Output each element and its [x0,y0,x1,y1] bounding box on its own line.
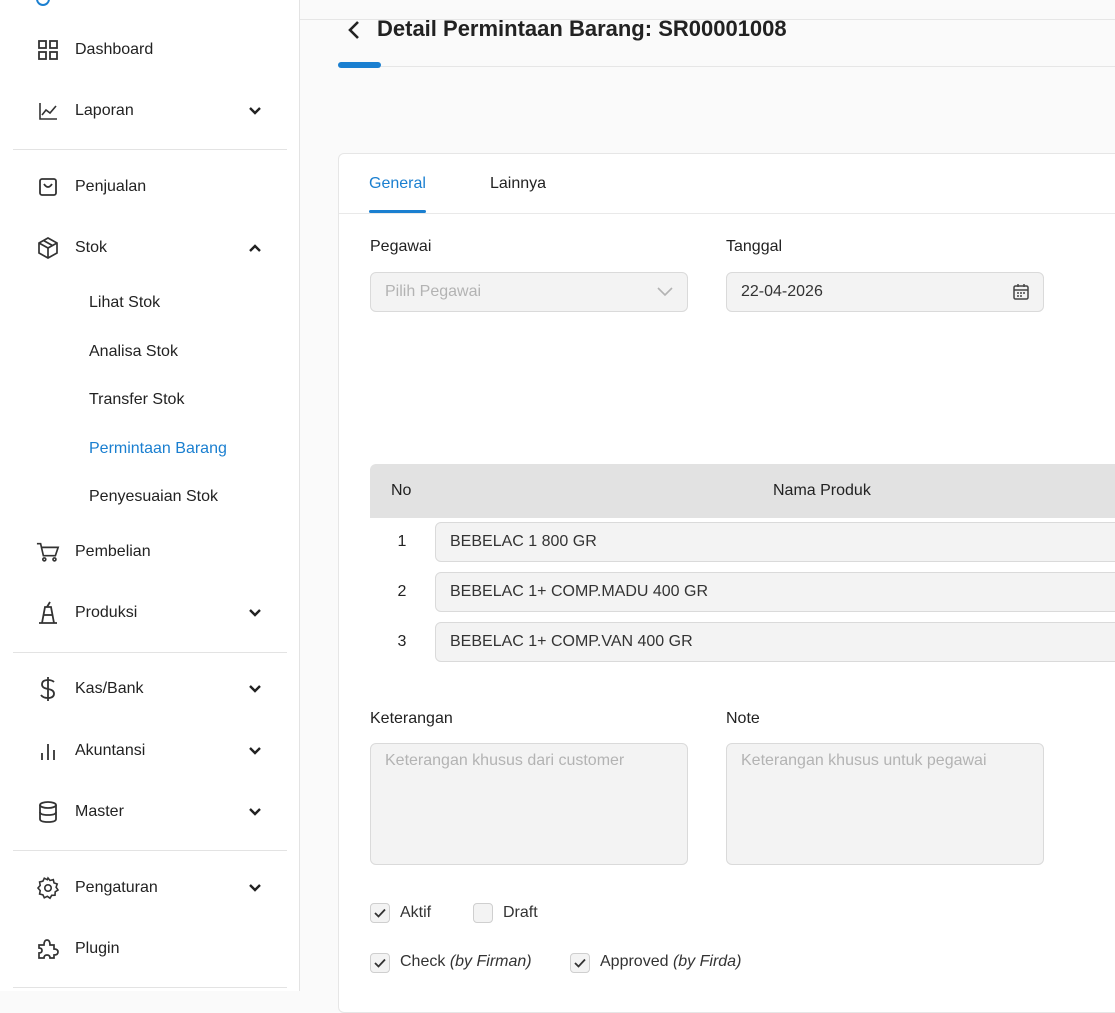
chevron-down-icon [245,679,265,699]
chevron-down-icon [245,878,265,898]
check-checkbox[interactable] [370,953,390,973]
sidebar-item-label: Plugin [75,940,120,957]
tabs-divider [339,213,1115,214]
aktif-checkbox[interactable] [370,903,390,923]
puzzle-icon [36,937,60,961]
line-chart-icon [36,99,60,123]
factory-icon [36,601,60,625]
check-icon [374,958,386,968]
chevron-down-icon [245,802,265,822]
check-label: Check (by Firman) [400,951,532,973]
shopping-bag-icon [36,175,60,199]
sidebar-subitem-lihat-stok[interactable]: Lihat Stok [89,291,160,315]
sidebar-item-label: Dashboard [75,41,154,58]
check-icon [574,958,586,968]
product-cell[interactable]: BEBELAC 1 800 GR [435,522,1115,562]
sidebar-item-label: Laporan [75,102,134,119]
check-by-text: (by Firman) [449,953,532,970]
sidebar-item-stok[interactable]: Stok [0,226,299,270]
sidebar-item-label: Master [75,803,124,820]
bar-chart-icon [36,739,60,763]
sidebar-subitem-transfer-stok[interactable]: Transfer Stok [89,388,184,412]
table-header: No Nama Produk [370,464,1115,518]
aktif-label: Aktif [400,904,432,921]
note-textarea[interactable]: Keterangan khusus untuk pegawai [726,743,1044,865]
sidebar-subitem-permintaan-barang[interactable]: Permintaan Barang [89,437,227,461]
sidebar-item-produksi[interactable]: Produksi [0,591,299,635]
sidebar-divider [13,652,287,653]
active-tab-indicator [369,210,426,213]
column-header-no: No [391,482,412,499]
approved-checkbox[interactable] [570,953,590,973]
gear-icon [36,876,60,900]
sidebar-item-plugin[interactable]: Plugin [0,927,299,971]
keterangan-textarea[interactable]: Keterangan khusus dari customer [370,743,688,865]
approved-label: Approved (by Firda) [600,951,741,973]
tab-general[interactable]: General [369,172,426,196]
row-number: 1 [397,533,407,550]
chevron-down-icon [655,282,675,302]
tanggal-value: 22-04-2026 [741,283,823,300]
header-divider [338,66,1115,67]
draft-label: Draft [503,904,538,921]
calendar-icon[interactable] [1011,282,1031,302]
pegawai-select[interactable]: Pilih Pegawai [370,272,688,312]
chevron-down-icon [245,101,265,121]
sidebar-item-label: Pengaturan [75,879,158,896]
chevron-left-icon [348,21,359,39]
chevron-down-icon [245,603,265,623]
box-icon [36,236,60,260]
grid-icon [36,38,60,62]
sidebar-item-label: Produksi [75,604,138,621]
sidebar-divider [13,987,287,988]
sidebar-item-master[interactable]: Master [0,790,299,834]
sidebar-item-dashboard[interactable]: Dashboard [0,28,299,72]
chevron-up-icon [245,238,265,258]
cart-icon [36,540,60,564]
draft-checkbox[interactable] [473,903,493,923]
sidebar-divider [13,149,287,150]
product-cell[interactable]: BEBELAC 1+ COMP.MADU 400 GR [435,572,1115,612]
keterangan-label: Keterangan [370,710,453,727]
pegawai-placeholder: Pilih Pegawai [385,283,482,300]
sidebar-item-label: Akuntansi [75,742,146,759]
sidebar-item-kas-bank[interactable]: Kas/Bank [0,667,299,711]
sidebar-item-penjualan[interactable]: Penjualan [0,165,299,209]
tab-lainnya[interactable]: Lainnya [490,172,546,196]
product-cell[interactable]: BEBELAC 1+ COMP.VAN 400 GR [435,622,1115,662]
sidebar-item-pembelian[interactable]: Pembelian [0,530,299,574]
sidebar-item-akuntansi[interactable]: Akuntansi [0,729,299,773]
page-title: Detail Permintaan Barang: SR00001008 [377,16,787,41]
sidebar-divider [13,850,287,851]
tanggal-label: Tanggal [726,238,783,255]
tanggal-field[interactable]: 22-04-2026 [726,272,1044,312]
database-icon [36,800,60,824]
sidebar-subitem-analisa-stok[interactable]: Analisa Stok [89,340,178,364]
sidebar: Dashboard Laporan Penjualan Stok Lihat S… [0,0,300,991]
dollar-icon [36,677,60,701]
note-label: Note [726,710,760,727]
sidebar-item-label: Kas/Bank [75,680,144,697]
sidebar-item-label: Pembelian [75,543,151,560]
approved-label-text: Approved [600,953,669,970]
row-number: 2 [397,583,407,600]
sidebar-item-label: Penjualan [75,178,147,195]
check-icon [374,908,386,918]
sidebar-item-label: Stok [75,239,108,256]
check-label-text: Check [400,953,446,970]
column-header-nama-produk: Nama Produk [773,482,871,499]
approved-by-text: (by Firda) [672,953,742,970]
row-number: 3 [397,633,407,650]
back-button[interactable] [343,17,365,43]
sidebar-item-laporan[interactable]: Laporan [0,89,299,133]
header-accent-bar [338,62,381,68]
sidebar-item-pengaturan[interactable]: Pengaturan [0,866,299,910]
chevron-down-icon [245,741,265,761]
sidebar-subitem-penyesuaian-stok[interactable]: Penyesuaian Stok [89,485,218,509]
logo-icon [36,0,50,6]
pegawai-label: Pegawai [370,238,432,255]
